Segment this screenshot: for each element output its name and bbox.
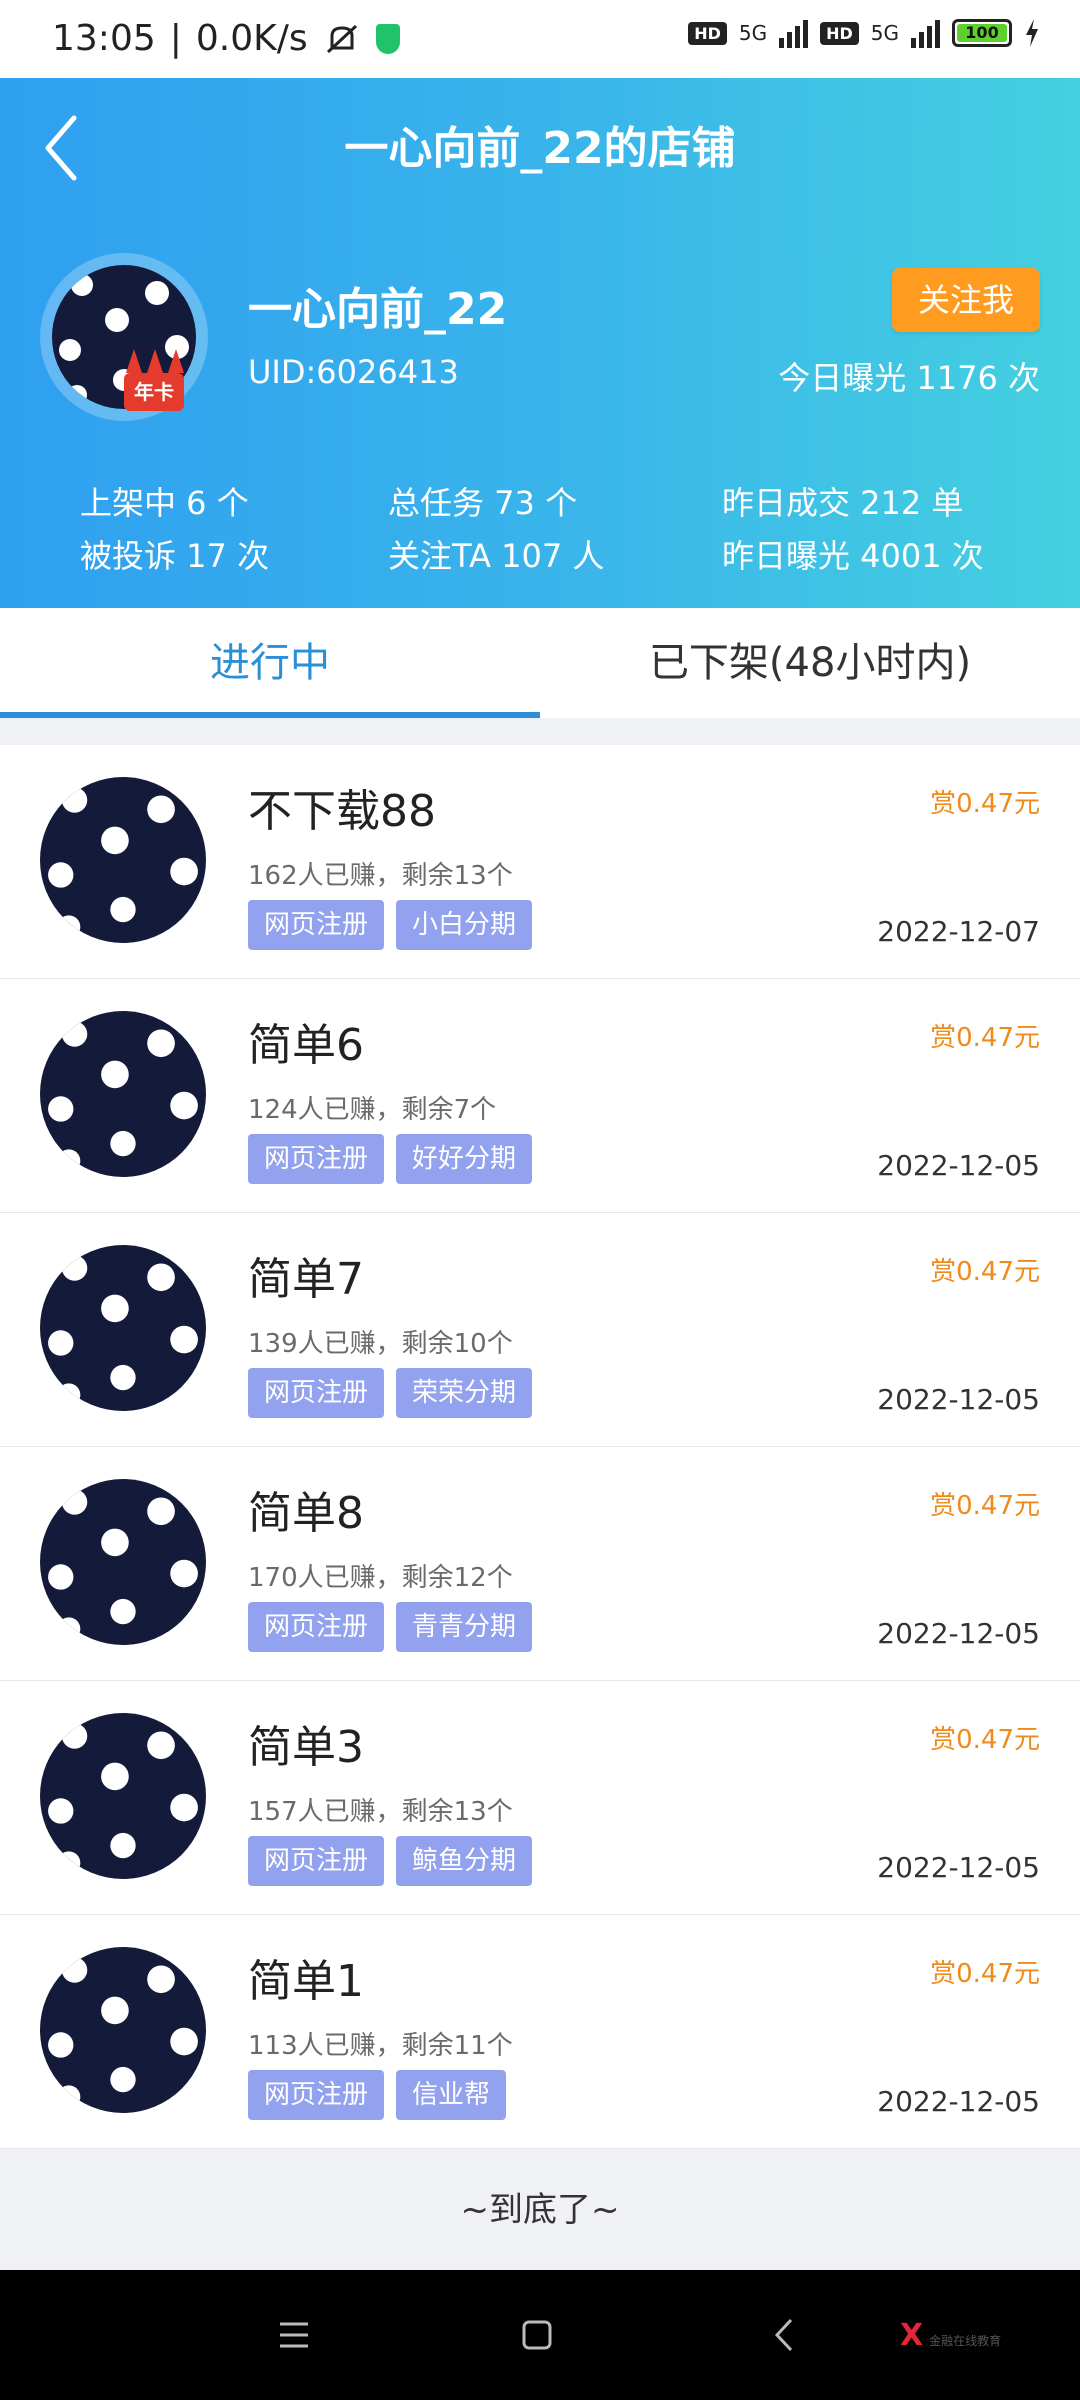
task-row[interactable]: 简单6 124人已赚，剩余7个 网页注册 好好分期 赏0.47元 2022-12… [0, 979, 1080, 1213]
task-tag: 网页注册 [248, 1368, 385, 1418]
task-tag: 网页注册 [248, 900, 385, 950]
task-list: 不下载88 162人已赚，剩余13个 网页注册 小白分期 赏0.47元 2022… [0, 745, 1080, 2149]
shield-icon [375, 23, 400, 54]
tab-indicator [0, 712, 540, 718]
task-reward: 赏0.47元 [930, 1959, 1040, 1989]
task-tag: 信业帮 [396, 2070, 507, 2120]
clock: 13:05 [52, 18, 156, 59]
task-thumbnail [40, 1947, 206, 2113]
task-tag: 网页注册 [248, 1836, 385, 1886]
mute-icon [326, 24, 357, 53]
crown-badge-icon: 年卡 [118, 343, 192, 413]
task-reward: 赏0.47元 [930, 1725, 1040, 1755]
tab-in-progress[interactable]: 进行中 [0, 608, 540, 718]
task-reward: 赏0.47元 [930, 789, 1040, 819]
task-tag: 荣荣分期 [396, 1368, 533, 1418]
battery-icon: 100 [952, 19, 1012, 47]
task-row[interactable]: 简单1 113人已赚，剩余11个 网页注册 信业帮 赏0.47元 2022-12… [0, 1915, 1080, 2149]
hd-icon: HD [688, 21, 727, 45]
shop-header: 一心向前_22的店铺 年卡 一心向前_22 UID:6026413 关注我 今日… [0, 78, 1080, 608]
signal-icon [779, 18, 809, 48]
shop-uid: UID:6026413 [248, 353, 459, 391]
stat-yesterday-exposure: 昨日曝光 4001 次 [722, 537, 984, 575]
task-thumbnail [40, 1479, 206, 1645]
watermark-logo: X 金融在线教育 [900, 2318, 1002, 2353]
end-of-list-text: ~到底了~ [460, 2190, 620, 2230]
network-type: 5G [738, 21, 768, 45]
task-tags: 网页注册 小白分期 [248, 900, 533, 950]
task-name: 简单7 [248, 1254, 364, 1305]
task-row[interactable]: 简单7 139人已赚，剩余10个 网页注册 荣荣分期 赏0.47元 2022-1… [0, 1213, 1080, 1447]
status-left: 13:05 | 0.0K/s [52, 18, 400, 59]
follow-button[interactable]: 关注我 [892, 268, 1040, 332]
task-name: 简单6 [248, 1020, 364, 1071]
task-name: 简单1 [248, 1956, 364, 2007]
task-meta: 124人已赚，剩余7个 [248, 1095, 497, 1125]
network-type-2: 5G [870, 21, 899, 45]
task-date: 2022-12-05 [877, 1149, 1040, 1182]
network-speed: 0.0K/s [195, 18, 308, 59]
task-tag: 网页注册 [248, 2070, 385, 2120]
task-tags: 网页注册 青青分期 [248, 1602, 533, 1652]
tab-bar: 进行中 已下架(48小时内) [0, 608, 1080, 718]
task-name: 简单3 [248, 1722, 364, 1773]
system-nav-bar: X 金融在线教育 [0, 2270, 1080, 2400]
task-tag: 网页注册 [248, 1134, 385, 1184]
task-reward: 赏0.47元 [930, 1023, 1040, 1053]
task-meta: 170人已赚，剩余12个 [248, 1563, 513, 1593]
task-reward: 赏0.47元 [930, 1491, 1040, 1521]
stat-followers: 关注TA 107 人 [388, 537, 605, 575]
task-date: 2022-12-05 [877, 1383, 1040, 1416]
charging-icon [1026, 19, 1038, 47]
avatar-badge: 年卡 [124, 373, 184, 411]
hd-icon-2: HD [820, 21, 859, 45]
page-title: 一心向前_22的店铺 [344, 123, 736, 174]
task-date: 2022-12-07 [877, 915, 1040, 948]
task-row[interactable]: 不下载88 162人已赚，剩余13个 网页注册 小白分期 赏0.47元 2022… [0, 745, 1080, 979]
task-tag: 小白分期 [396, 900, 533, 950]
shop-username: 一心向前_22 [248, 284, 508, 335]
nav-back-icon[interactable] [745, 2270, 825, 2400]
task-date: 2022-12-05 [877, 1617, 1040, 1650]
task-meta: 157人已赚，剩余13个 [248, 1797, 513, 1827]
task-thumbnail [40, 1713, 206, 1879]
task-thumbnail [40, 1245, 206, 1411]
task-row[interactable]: 简单8 170人已赚，剩余12个 网页注册 青青分期 赏0.47元 2022-1… [0, 1447, 1080, 1681]
task-reward: 赏0.47元 [930, 1257, 1040, 1287]
task-tag: 网页注册 [248, 1602, 385, 1652]
stat-listed: 上架中 6 个 [80, 484, 249, 522]
task-tag: 鲸鱼分期 [396, 1836, 533, 1886]
home-icon[interactable] [497, 2270, 577, 2400]
task-name: 不下载88 [248, 786, 436, 837]
task-row[interactable]: 简单3 157人已赚，剩余13个 网页注册 鲸鱼分期 赏0.47元 2022-1… [0, 1681, 1080, 1915]
stat-complaints: 被投诉 17 次 [80, 537, 270, 575]
task-tags: 网页注册 好好分期 [248, 1134, 533, 1184]
stat-total-tasks: 总任务 73 个 [388, 484, 578, 522]
task-tag: 青青分期 [396, 1602, 533, 1652]
task-tag: 好好分期 [396, 1134, 533, 1184]
signal-icon-2 [911, 18, 940, 48]
task-thumbnail [40, 1011, 206, 1177]
task-meta: 113人已赚，剩余11个 [248, 2031, 513, 2061]
stat-yesterday-deals: 昨日成交 212 单 [722, 484, 964, 522]
battery-level: 100 [957, 24, 1007, 42]
task-meta: 139人已赚，剩余10个 [248, 1329, 513, 1359]
task-date: 2022-12-05 [877, 2085, 1040, 2118]
task-thumbnail [40, 777, 206, 943]
menu-icon[interactable] [254, 2270, 334, 2400]
task-tags: 网页注册 鲸鱼分期 [248, 1836, 533, 1886]
today-exposure: 今日曝光 1176 次 [778, 359, 1040, 397]
task-name: 简单8 [248, 1488, 364, 1539]
task-meta: 162人已赚，剩余13个 [248, 861, 513, 891]
task-tags: 网页注册 荣荣分期 [248, 1368, 533, 1418]
status-bar: 13:05 | 0.0K/s HD 5G HD 5G 100 [0, 0, 1080, 78]
task-date: 2022-12-05 [877, 1851, 1040, 1884]
task-tags: 网页注册 信业帮 [248, 2070, 507, 2120]
tab-delisted[interactable]: 已下架(48小时内) [540, 608, 1080, 718]
status-right: HD 5G HD 5G 100 [688, 18, 1040, 48]
